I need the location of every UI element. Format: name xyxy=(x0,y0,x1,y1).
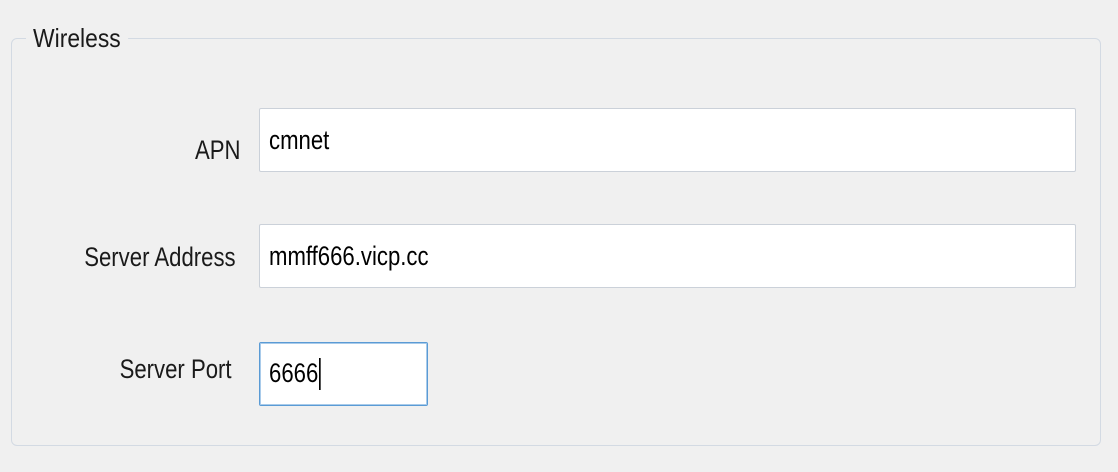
apn-label: APN xyxy=(195,135,241,165)
server-port-value-text: 6666 xyxy=(269,357,319,388)
server-port-input[interactable]: 6666 xyxy=(259,342,428,406)
server-address-label: Server Address xyxy=(84,242,236,272)
text-caret xyxy=(319,358,321,391)
apn-input[interactable]: cmnet xyxy=(259,108,1076,172)
server-port-input-value: 6666 xyxy=(269,358,321,391)
wireless-group-title: Wireless xyxy=(26,18,128,58)
wireless-settings-panel: Wireless APN cmnet Server Address mmff66… xyxy=(0,0,1118,472)
server-port-label: Server Port xyxy=(120,354,232,384)
server-address-input[interactable]: mmff666.vicp.cc xyxy=(259,224,1076,288)
apn-input-value: cmnet xyxy=(269,124,330,155)
server-address-input-value: mmff666.vicp.cc xyxy=(269,240,429,271)
